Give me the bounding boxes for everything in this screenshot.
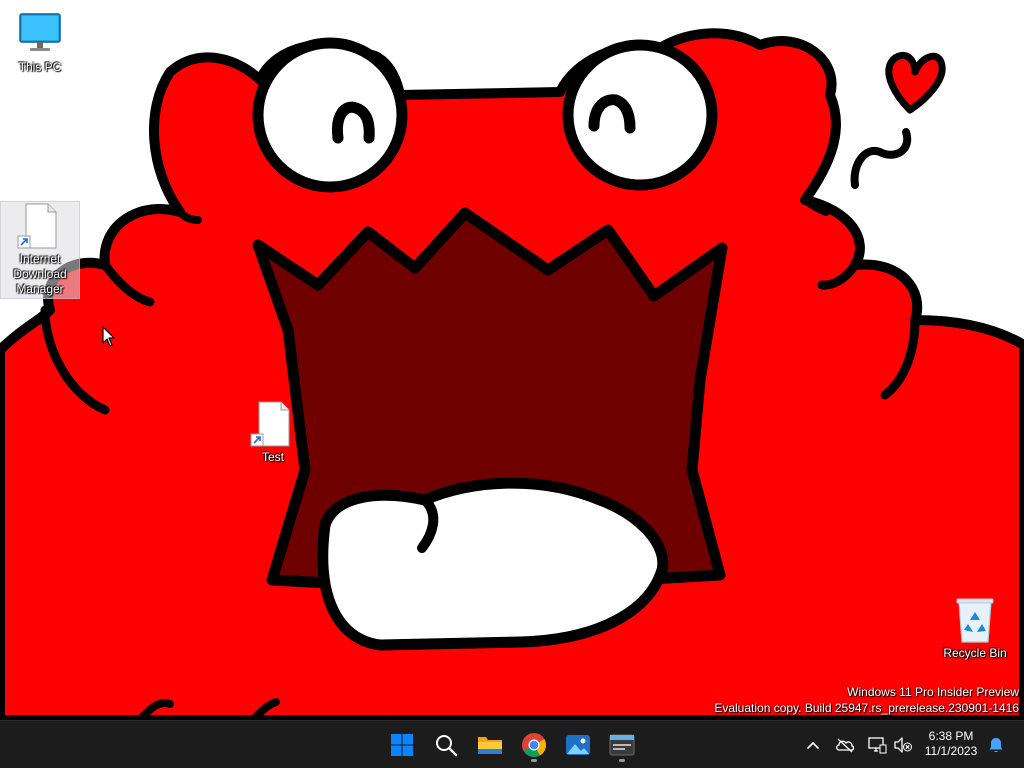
wallpaper-tongue	[317, 477, 669, 651]
wallpaper-eye-left	[252, 37, 408, 193]
search-button[interactable]	[426, 726, 466, 764]
wallpaper-heart	[885, 51, 946, 114]
desktop-icon-recycle-bin[interactable]: Recycle Bin	[936, 596, 1014, 661]
onedrive-offline-icon	[836, 738, 855, 753]
volume-muted-icon	[894, 737, 912, 753]
folder-icon	[478, 737, 502, 754]
recycle-bin-icon	[951, 596, 999, 644]
network-icon	[868, 737, 887, 754]
desktop-icon-internet-download-manager[interactable]: Internet Download Manager	[0, 201, 80, 299]
desktop-icon-this-pc[interactable]: This PC	[1, 10, 79, 75]
taskbar: 6:38 PM 11/1/2023	[0, 720, 1024, 768]
document-shortcut-icon	[16, 202, 64, 250]
file-explorer-button[interactable]	[470, 726, 510, 764]
chevron-up-icon	[807, 741, 819, 749]
photos-button[interactable]	[558, 726, 598, 764]
volume-button[interactable]	[889, 729, 917, 761]
running-indicator	[531, 759, 537, 762]
watermark-line-2: Evaluation copy. Build 25947.rs_prerelea…	[714, 701, 1019, 715]
watermark-line-1: Windows 11 Pro Insider Preview	[847, 685, 1019, 699]
photos-icon	[566, 735, 590, 755]
search-icon	[436, 735, 458, 757]
mouse-cursor-icon	[102, 326, 115, 347]
notifications-button[interactable]	[982, 729, 1010, 761]
start-button[interactable]	[382, 726, 422, 764]
desktop-icon-label: Internet Download Manager	[13, 252, 67, 296]
notification-bell-icon	[989, 738, 1003, 753]
desktop-icon-label: Recycle Bin	[943, 646, 1007, 660]
terminal-window-icon	[609, 734, 635, 756]
wallpaper-squiggle	[850, 128, 912, 189]
wallpaper-eye-right	[562, 39, 718, 191]
clock[interactable]: 6:38 PM 11/1/2023	[916, 729, 986, 761]
windows-start-icon	[391, 734, 413, 756]
clock-date: 11/1/2023	[924, 744, 978, 758]
clock-time: 6:38 PM	[928, 729, 974, 743]
desktop-icon-label: Test	[261, 450, 284, 464]
document-shortcut-icon	[249, 400, 297, 448]
chrome-button[interactable]	[514, 726, 554, 764]
show-hidden-icons-button[interactable]	[799, 729, 827, 761]
terminal-button[interactable]	[602, 726, 642, 764]
running-indicator	[619, 759, 625, 762]
desktop-icon-test[interactable]: Test	[234, 400, 312, 465]
wallpaper-image	[0, 28, 1024, 720]
onedrive-button[interactable]	[831, 729, 859, 761]
network-button[interactable]	[863, 729, 891, 761]
desktop-icon-label: This PC	[18, 60, 62, 74]
chrome-icon	[522, 733, 546, 758]
monitor-icon	[16, 10, 64, 58]
desktop[interactable]: This PC Internet Download Manager Test R…	[0, 0, 1024, 720]
